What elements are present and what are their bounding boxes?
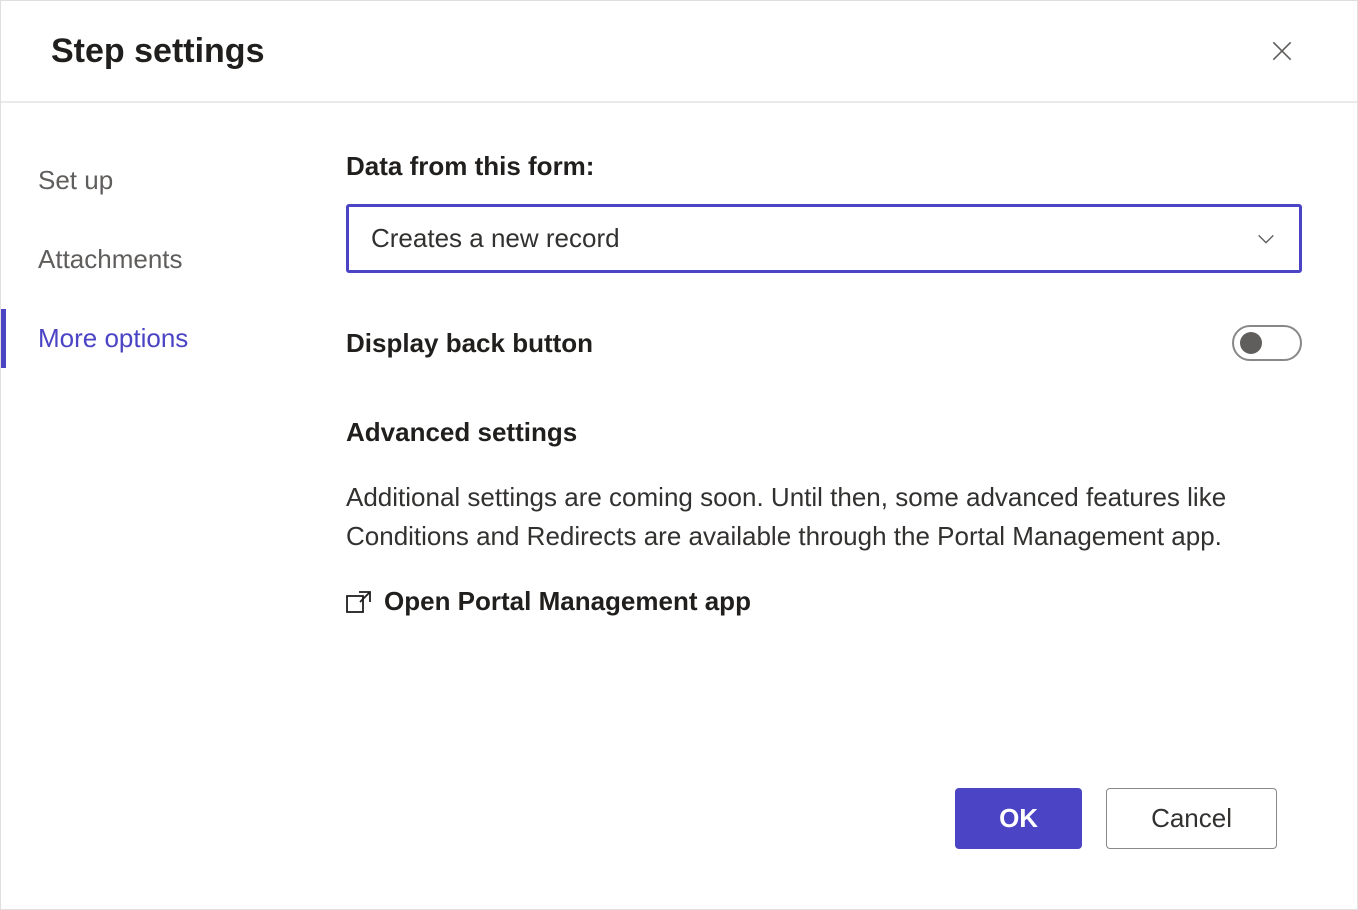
- toggle-knob: [1240, 332, 1262, 354]
- open-portal-management-link[interactable]: Open Portal Management app: [346, 586, 1302, 617]
- chevron-down-icon: [1255, 228, 1277, 250]
- data-from-form-label: Data from this form:: [346, 151, 1302, 182]
- sidebar-item-label: More options: [38, 323, 188, 353]
- sidebar-item-attachments[interactable]: Attachments: [1, 230, 326, 289]
- sidebar-item-more-options[interactable]: More options: [1, 309, 326, 368]
- close-icon: [1269, 38, 1295, 64]
- sidebar: Set up Attachments More options: [1, 151, 346, 788]
- dialog-footer: OK Cancel: [1, 788, 1357, 909]
- close-button[interactable]: [1262, 31, 1302, 71]
- step-settings-dialog: Step settings Set up Attachments More op…: [0, 0, 1358, 910]
- dialog-body: Set up Attachments More options Data fro…: [1, 103, 1357, 788]
- sidebar-item-label: Set up: [38, 165, 113, 195]
- sidebar-item-label: Attachments: [38, 244, 183, 274]
- external-link-icon: [346, 590, 372, 614]
- cancel-button[interactable]: Cancel: [1106, 788, 1277, 849]
- data-from-form-select[interactable]: Creates a new record: [346, 204, 1302, 273]
- advanced-settings-heading: Advanced settings: [346, 417, 1302, 448]
- display-back-button-toggle[interactable]: [1232, 325, 1302, 361]
- display-back-button-label: Display back button: [346, 328, 593, 359]
- dialog-title: Step settings: [51, 32, 264, 71]
- select-value: Creates a new record: [371, 223, 620, 254]
- sidebar-item-setup[interactable]: Set up: [1, 151, 326, 210]
- ok-button[interactable]: OK: [955, 788, 1082, 849]
- display-back-button-row: Display back button: [346, 325, 1302, 361]
- main-panel: Data from this form: Creates a new recor…: [346, 151, 1357, 788]
- dialog-header: Step settings: [1, 1, 1357, 103]
- external-link-label: Open Portal Management app: [384, 586, 751, 617]
- advanced-settings-description: Additional settings are coming soon. Unt…: [346, 478, 1302, 556]
